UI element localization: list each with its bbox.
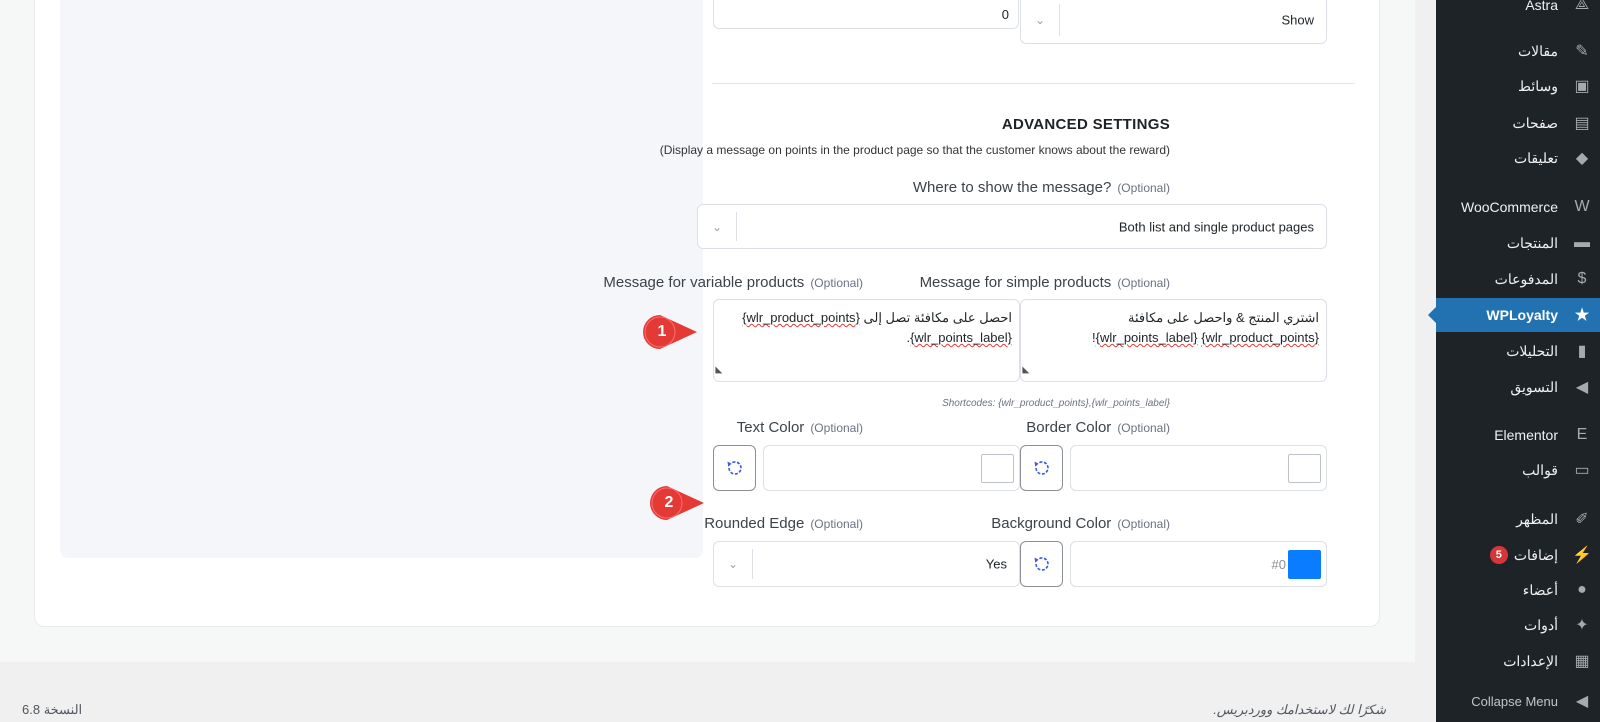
sidebar-item-tools[interactable]: أدوات ✦ <box>1436 608 1600 642</box>
where-label: Where to show the message? (Optional) <box>912 179 1170 196</box>
show-select[interactable]: ⌄ Show <box>1020 0 1327 44</box>
admin-sidebar: Astra ⟁ مقالات ✎ وسائط ▣ صفحات ▤ تعليقات ◆ Wo… <box>1436 0 1600 722</box>
analytics-icon: ▮ <box>1577 343 1587 360</box>
main-content: 0 ⌄ Show ADVANCED SETTINGS (Display a me… <box>0 0 1415 662</box>
resize-handle-icon[interactable]: ◢ <box>709 367 729 374</box>
sidebar-item-elementor[interactable]: Elementor E <box>1436 418 1600 452</box>
plugin-icon: ⚡ <box>1572 547 1592 564</box>
elementor-icon: E <box>1576 426 1588 443</box>
sidebar-item-templates[interactable]: قوالب ▭ <box>1436 453 1600 487</box>
shortcodes-hint: Shortcodes: {wlr_product_points},{wlr_po… <box>942 398 1170 409</box>
border-color-reset-button[interactable] <box>1020 445 1063 491</box>
footer-version: النسخة 6.8 <box>22 702 83 717</box>
archive-icon: ▬ <box>1574 234 1590 251</box>
simple-message-textarea[interactable]: اشتري المنتج & واحصل على مكافئة {wlr_pro… <box>1020 299 1327 382</box>
section-divider <box>712 83 1355 84</box>
folder-icon: ▭ <box>1574 462 1590 479</box>
sidebar-item-astra[interactable]: Astra ⟁ <box>1436 0 1600 22</box>
border-color-input[interactable] <box>1070 445 1327 491</box>
plugins-update-badge: 5 <box>1489 546 1508 564</box>
text-color-reset-button[interactable] <box>713 445 756 491</box>
background-color-hex[interactable]: #0 <box>1272 557 1286 572</box>
megaphone-icon: ◀ <box>1575 379 1589 396</box>
sidebar-item-appearance[interactable]: المظهر ✐ <box>1436 502 1600 536</box>
annotation-marker-2: 2 <box>650 486 704 520</box>
collapse-icon: ◀ <box>1575 693 1589 710</box>
page-icon: ▤ <box>1574 115 1590 132</box>
wployalty-icon: ★ <box>1574 307 1590 324</box>
sidebar-item-comments[interactable]: تعليقات ◆ <box>1436 141 1600 175</box>
simple-message-label: Message for simple products (Optional) <box>919 274 1170 291</box>
advanced-settings-description: (Display a message on points in the prod… <box>659 143 1170 157</box>
sidebar-item-posts[interactable]: مقالات ✎ <box>1436 34 1600 68</box>
text-color-label: Text Color (Optional) <box>736 419 863 436</box>
rounded-edge-select[interactable]: ⌄ Yes <box>713 541 1020 587</box>
border-color-label: Border Color (Optional) <box>1026 419 1170 436</box>
sidebar-item-payments[interactable]: المدفوعات $ <box>1436 262 1600 296</box>
where-select-value: Both list and single product pages <box>1118 219 1314 234</box>
astra-icon: ⟁ <box>1574 0 1590 13</box>
chevron-down-icon: ⌄ <box>711 219 723 234</box>
background-color-reset-button[interactable] <box>1020 541 1063 587</box>
chevron-down-icon: ⌄ <box>727 557 739 571</box>
background-color-label: Background Color (Optional) <box>991 515 1170 532</box>
variable-message-label: Message for variable products (Optional) <box>603 274 863 291</box>
wrench-icon: ✦ <box>1575 617 1589 634</box>
chevron-down-icon: ⌄ <box>1034 13 1046 27</box>
variable-message-textarea[interactable]: احصل على مكافئة تصل إلى {wlr_product_poi… <box>713 299 1020 382</box>
background-color-input[interactable]: #0 <box>1070 541 1327 587</box>
background-color-swatch[interactable] <box>1288 550 1321 579</box>
advanced-settings-heading: ADVANCED SETTINGS <box>1001 116 1170 133</box>
annotation-marker-1: 1 <box>643 315 697 349</box>
text-color-input[interactable] <box>763 445 1020 491</box>
sidebar-item-users[interactable]: أعضاء ● <box>1436 573 1600 607</box>
collapse-menu-button[interactable]: Collapse Menu ◀ <box>1436 684 1600 718</box>
pin-icon: ✎ <box>1575 43 1589 60</box>
where-select[interactable]: ⌄ Both list and single product pages <box>697 204 1327 249</box>
points-number-value: 0 <box>1001 7 1009 22</box>
border-color-swatch[interactable] <box>1288 454 1321 483</box>
sidebar-item-media[interactable]: وسائط ▣ <box>1436 69 1600 103</box>
sidebar-item-woocommerce[interactable]: WooCommerce W <box>1436 190 1600 224</box>
reset-icon <box>1034 557 1049 571</box>
reset-icon <box>727 461 742 475</box>
sidebar-item-marketing[interactable]: التسويق ◀ <box>1436 370 1600 404</box>
sidebar-item-products[interactable]: المنتجات ▬ <box>1436 226 1600 260</box>
payments-icon: $ <box>1577 270 1587 287</box>
reset-icon <box>1034 461 1049 475</box>
sidebar-item-plugins[interactable]: 5 إضافات ⚡ <box>1436 538 1600 572</box>
settings-icon: ▦ <box>1574 653 1590 670</box>
sidebar-item-settings[interactable]: الإعدادات ▦ <box>1436 644 1600 678</box>
media-icon: ▣ <box>1574 78 1590 95</box>
sidebar-item-analytics[interactable]: التحليلات ▮ <box>1436 334 1600 368</box>
points-number-input[interactable]: 0 <box>713 0 1019 29</box>
woocommerce-icon: W <box>1574 198 1590 215</box>
comment-icon: ◆ <box>1575 150 1589 167</box>
brush-icon: ✐ <box>1575 511 1589 528</box>
rounded-edge-value: Yes <box>985 556 1007 572</box>
user-icon: ● <box>1577 581 1587 598</box>
text-color-swatch[interactable] <box>981 454 1014 483</box>
rounded-edge-label: Rounded Edge (Optional) <box>704 515 863 532</box>
sidebar-item-wployalty[interactable]: WPLoyalty ★ <box>1436 298 1600 332</box>
show-select-value: Show <box>1281 12 1314 28</box>
sidebar-item-pages[interactable]: صفحات ▤ <box>1436 106 1600 140</box>
footer-thanks: شكرًا لك لاستخدامك ووردبريس. <box>1213 702 1386 717</box>
